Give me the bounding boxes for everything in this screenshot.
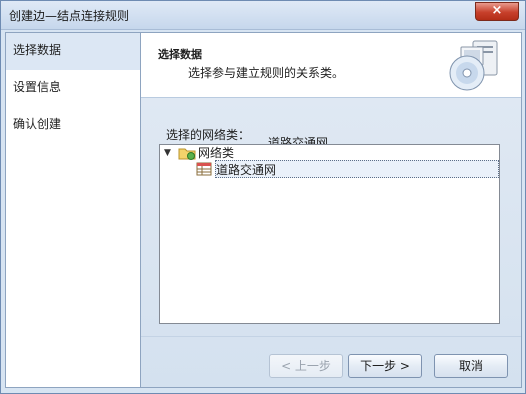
- sidebar-item-label: 设置信息: [13, 80, 62, 94]
- folder-icon: [178, 148, 196, 160]
- sidebar-item-confirm[interactable]: 确认创建: [6, 107, 140, 144]
- step-title: 选择数据: [158, 48, 202, 61]
- network-class-tree[interactable]: ▼ 网络类 道路交通网: [159, 144, 500, 324]
- window-title: 创建边—结点连接规则: [9, 9, 130, 23]
- dialog-window: 创建边—结点连接规则 × 选择数据 设置信息 确认创建 选择数据 选择参与建立规…: [0, 0, 526, 394]
- tree-node-label: 道路交通网: [216, 163, 277, 177]
- button-separator: [141, 336, 521, 337]
- sidebar-item-select-data[interactable]: 选择数据: [6, 33, 140, 70]
- cancel-button[interactable]: 取消: [434, 354, 508, 378]
- sidebar-item-label: 选择数据: [13, 43, 62, 57]
- network-class-label: 选择的网络类：: [166, 128, 251, 142]
- table-icon: [196, 162, 212, 176]
- step-description: 选择参与建立规则的关系类。: [188, 66, 345, 80]
- step-header: 选择数据 选择参与建立规则的关系类。: [141, 33, 521, 98]
- close-icon: ×: [491, 3, 503, 18]
- sidebar-item-settings[interactable]: 设置信息: [6, 70, 140, 107]
- title-bar: 创建边—结点连接规则 ×: [1, 1, 525, 30]
- expand-arrow-icon[interactable]: ▼: [164, 144, 174, 162]
- computer-disc-icon: [449, 40, 498, 91]
- close-button[interactable]: ×: [475, 2, 519, 21]
- wizard-main-panel: 选择数据 选择参与建立规则的关系类。 选择的网络类： 道路交通网 ▼ 网络类 道…: [140, 32, 522, 388]
- step-content: 选择的网络类： 道路交通网 ▼ 网络类 道路交通网 < 上一步 下一步 > 取消: [141, 98, 521, 387]
- wizard-steps-sidebar: 选择数据 设置信息 确认创建: [5, 32, 141, 388]
- back-button[interactable]: < 上一步: [269, 354, 343, 378]
- sidebar-item-label: 确认创建: [13, 117, 62, 131]
- next-button[interactable]: 下一步 >: [348, 354, 422, 378]
